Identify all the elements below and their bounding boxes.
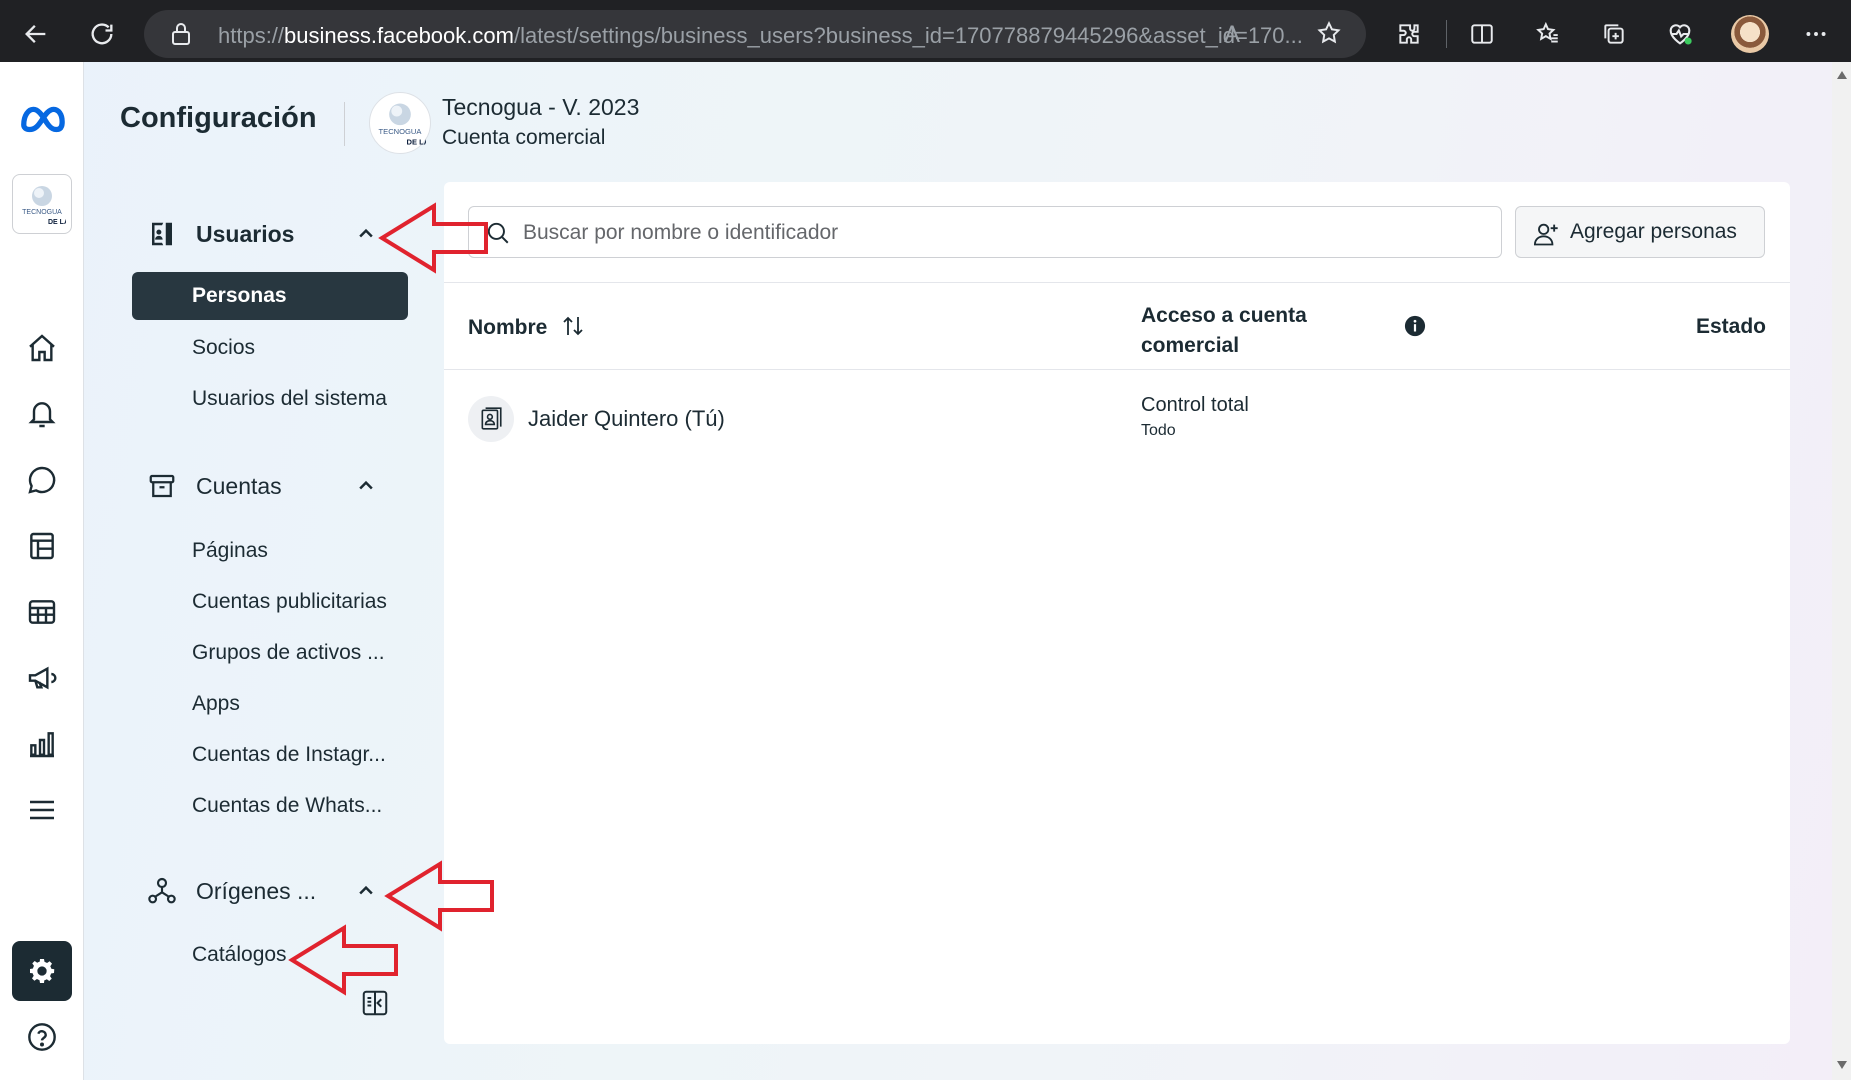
browser-toolbar: https://business.facebook.com/latest/set… <box>0 0 1851 62</box>
column-header-name[interactable]: Nombre <box>468 315 585 343</box>
nav-section-users[interactable]: Usuarios <box>146 214 294 254</box>
search-input[interactable]: Buscar por nombre o identificador <box>468 206 1502 258</box>
content-pages-icon[interactable] <box>18 522 66 570</box>
notifications-bell-icon[interactable] <box>18 390 66 438</box>
collections-icon[interactable] <box>1592 12 1636 56</box>
nav-item-catalogs[interactable]: Catálogos <box>192 943 287 967</box>
users-id-icon <box>146 218 178 250</box>
nav-item-apps[interactable]: Apps <box>192 692 240 716</box>
table-header: Nombre Acceso a cuenta comercial Estado <box>444 282 1790 370</box>
svg-text:DE LA: DE LA <box>48 219 66 226</box>
nav-section-label: Usuarios <box>196 220 295 247</box>
reload-button[interactable] <box>80 12 124 56</box>
performance-icon[interactable] <box>1658 12 1702 56</box>
info-icon[interactable] <box>1404 315 1426 342</box>
column-header-status: Estado <box>1695 315 1766 338</box>
search-placeholder: Buscar por nombre o identificador <box>523 221 839 244</box>
nav-item-pages[interactable]: Páginas <box>192 539 268 563</box>
scroll-up-icon[interactable] <box>1836 70 1848 80</box>
sort-arrows-icon[interactable] <box>561 315 585 343</box>
nav-section-data-sources[interactable]: Orígenes ... <box>146 871 316 911</box>
person-name[interactable]: Jaider Quintero (Tú) <box>528 406 725 432</box>
scroll-down-icon[interactable] <box>1836 1060 1848 1070</box>
help-icon[interactable] <box>18 1013 66 1061</box>
nav-section-label: Orígenes ... <box>196 877 317 904</box>
person-badge-icon <box>468 396 514 442</box>
split-screen-icon[interactable] <box>1460 12 1504 56</box>
favorite-star-icon[interactable] <box>1316 20 1342 51</box>
business-type: Cuenta comercial <box>442 126 606 149</box>
title-divider <box>344 102 345 146</box>
column-header-access: Acceso a cuenta comercial <box>1141 304 1307 357</box>
menu-hamburger-icon[interactable] <box>18 786 66 834</box>
svg-text:TECNOGUA: TECNOGUA <box>22 209 62 216</box>
address-bar[interactable]: https://business.facebook.com/latest/set… <box>144 10 1366 58</box>
chevron-up-icon[interactable] <box>354 474 378 498</box>
home-icon[interactable] <box>18 324 66 372</box>
nav-item-instagram-accounts[interactable]: Cuentas de Instagr... <box>192 743 386 767</box>
extensions-icon[interactable] <box>1387 12 1431 56</box>
insights-chart-icon[interactable] <box>18 720 66 768</box>
ads-megaphone-icon[interactable] <box>18 654 66 702</box>
profile-avatar[interactable] <box>1731 15 1769 53</box>
annotation-arrow-sources <box>384 860 494 932</box>
global-nav-rail: TECNOGUA DE LA <box>0 62 84 1080</box>
archive-box-icon <box>146 470 178 502</box>
messages-icon[interactable] <box>18 456 66 504</box>
nav-item-ad-accounts[interactable]: Cuentas publicitarias <box>192 590 387 614</box>
page-scrollbar[interactable] <box>1832 62 1851 1080</box>
meta-logo-icon[interactable] <box>18 94 66 142</box>
nav-item-whatsapp-accounts[interactable]: Cuentas de Whats... <box>192 794 382 818</box>
add-people-button[interactable]: Agregar personas <box>1515 206 1765 258</box>
add-person-icon <box>1532 220 1560 253</box>
svg-text:DE LA: DE LA <box>407 138 427 147</box>
favorites-icon[interactable] <box>1526 12 1570 56</box>
page: TECNOGUA DE LA <box>0 62 1851 1080</box>
business-logo[interactable]: TECNOGUA DE LA <box>369 92 431 154</box>
people-table-card: Buscar por nombre o identificador Agrega… <box>444 182 1790 1044</box>
read-aloud-icon[interactable]: A <box>1224 21 1240 49</box>
nav-item-asset-groups[interactable]: Grupos de activos ... <box>192 641 385 665</box>
data-sources-icon <box>146 875 178 907</box>
planner-table-icon[interactable] <box>18 588 66 636</box>
nav-item-socios[interactable]: Socios <box>192 336 255 360</box>
business-logo-small[interactable]: TECNOGUA DE LA <box>12 174 72 234</box>
nav-section-label: Cuentas <box>196 472 282 499</box>
back-button[interactable] <box>14 12 58 56</box>
annotation-arrow-users <box>378 202 488 274</box>
annotation-arrow-catalogs <box>288 924 398 996</box>
chevron-up-icon[interactable] <box>354 222 378 246</box>
settings-gear-icon[interactable] <box>12 941 72 1001</box>
business-name[interactable]: Tecnogua - V. 2023 <box>442 94 639 121</box>
lock-icon[interactable] <box>170 22 192 51</box>
nav-item-personas[interactable]: Personas <box>132 272 408 320</box>
access-detail: Todo <box>1141 422 1176 439</box>
chevron-up-icon[interactable] <box>354 879 378 903</box>
nav-item-system-users[interactable]: Usuarios del sistema <box>192 387 387 411</box>
toolbar-separator <box>1446 20 1447 48</box>
page-title: Configuración <box>120 102 317 134</box>
access-level: Control total <box>1141 394 1249 416</box>
url-text: https://business.facebook.com/latest/set… <box>218 23 1303 48</box>
nav-section-accounts[interactable]: Cuentas <box>146 466 282 506</box>
svg-text:TECNOGUA: TECNOGUA <box>379 127 423 136</box>
more-menu-icon[interactable] <box>1794 12 1838 56</box>
